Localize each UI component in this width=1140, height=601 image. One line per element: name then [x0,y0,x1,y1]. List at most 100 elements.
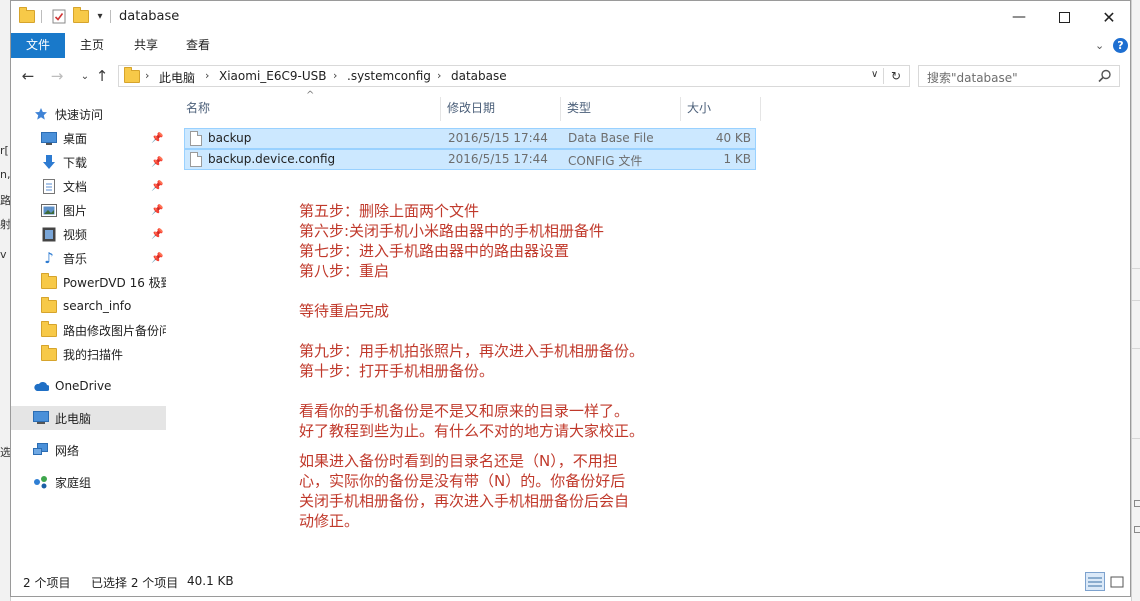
help-icon[interactable]: ? [1113,38,1128,53]
cloud-icon [33,378,49,394]
star-icon [33,106,49,122]
note-line: 动修正。 [299,512,360,530]
navigation-pane: 快速访问 桌面 📌 下载 📌 文档 📌 图片 📌 视频 📌 ♪ 音乐 📌 Pow… [11,94,166,566]
search-icon[interactable] [1097,68,1113,84]
address-dropdown-icon[interactable]: ∨ [871,69,878,80]
sidebar-item-powerdvd[interactable]: PowerDVD 16 极致 [11,270,166,294]
tab-file[interactable]: 文件 [11,33,65,58]
file-name[interactable]: backup.device.config [208,152,335,166]
pin-icon[interactable]: 📌 [151,253,163,264]
folder-icon [41,320,57,338]
column-header-name[interactable]: 名称 [186,94,210,122]
file-name[interactable]: backup [208,131,251,145]
sidebar-item-desktop[interactable]: 桌面 📌 [11,126,166,150]
note-line: 心，实际你的备份是没有带（N）的。你备份好后 [299,472,626,490]
navigation-bar: ← → ⌄ ↑ › 此电脑 › Xiaomi_E6C9-USB › .syste… [11,58,1130,94]
sidebar-network[interactable]: 网络 [11,438,166,462]
note-line [299,381,719,401]
sidebar-homegroup[interactable]: 家庭组 [11,470,166,494]
tab-share[interactable]: 共享 [123,33,169,58]
folder-icon [41,344,57,362]
expand-ribbon-icon[interactable]: ⌄ [1095,39,1104,52]
file-size: 40 KB [715,131,751,145]
properties-icon[interactable] [51,8,67,24]
pin-icon[interactable]: 📌 [151,229,163,240]
note-line: 第十步：打开手机相册备份。 [299,362,495,380]
breadcrumb-this-pc[interactable]: 此电脑 [159,69,195,86]
search-box[interactable]: 搜索"database" [918,65,1120,87]
window-title: database [119,9,180,24]
address-bar[interactable]: › 此电脑 › Xiaomi_E6C9-USB › .systemconfig … [118,65,910,87]
details-view-icon[interactable] [1085,572,1105,591]
sidebar-onedrive[interactable]: OneDrive [11,374,166,398]
breadcrumb-systemconfig[interactable]: .systemconfig [347,69,431,83]
instruction-notes: 第五步：删除上面两个文件 第六步:关闭手机小米路由器中的手机相册备件 第七步：进… [299,201,719,531]
sidebar-item-router-backup[interactable]: 路由修改图片备份问 [11,318,166,342]
background-window-right [1131,0,1140,601]
search-input[interactable]: 搜索"database" [927,69,1018,86]
videos-icon [41,226,57,242]
forward-button[interactable]: → [48,67,66,85]
recent-locations-icon[interactable]: ⌄ [76,67,94,85]
column-header-size[interactable]: 大小 [687,94,711,122]
network-icon [33,442,49,458]
music-icon: ♪ [44,249,54,267]
folder-icon [19,6,35,24]
sidebar-quick-access[interactable]: 快速访问 [11,102,166,126]
file-modified: 2016/5/15 17:44 [448,152,548,166]
sidebar-item-pictures[interactable]: 图片 📌 [11,198,166,222]
download-icon [41,154,57,170]
file-modified: 2016/5/15 17:44 [448,131,548,145]
selection-size: 40.1 KB [187,574,234,588]
tab-view[interactable]: 查看 [175,33,221,58]
sidebar-item-downloads[interactable]: 下载 📌 [11,150,166,174]
file-row-backup[interactable]: backup 2016/5/15 17:44 Data Base File 40… [184,128,756,149]
sidebar-item-search-info[interactable]: search_info [11,294,166,318]
column-header-type[interactable]: 类型 [567,94,591,122]
note-line [299,281,719,301]
new-folder-icon[interactable] [73,6,89,24]
homegroup-icon [33,474,49,490]
item-count: 2 个项目 [23,576,71,590]
column-header-modified[interactable]: 修改日期 [447,94,495,122]
document-icon [41,178,57,194]
file-size: 1 KB [723,152,751,166]
pin-icon[interactable]: 📌 [151,157,163,168]
folder-icon [41,296,57,314]
ribbon-tabs: 文件 主页 共享 查看 ⌄ ? [11,33,1130,59]
sidebar-this-pc[interactable]: 此电脑 [11,406,166,430]
note-line: 关闭手机相册备份，再次进入手机相册备份后会自 [299,492,630,510]
customize-toolbar-icon[interactable]: ▾ [92,8,108,24]
note-line: 第八步：重启 [299,262,390,280]
refresh-icon[interactable]: ↻ [891,69,901,83]
sidebar-item-videos[interactable]: 视频 📌 [11,222,166,246]
folder-icon [41,272,57,290]
large-icons-view-icon[interactable] [1107,572,1127,591]
note-line: 好了教程到些为止。有什么不对的地方请大家校正。 [299,422,645,440]
breadcrumb-drive[interactable]: Xiaomi_E6C9-USB [219,69,326,83]
back-button[interactable]: ← [19,67,37,85]
pin-icon[interactable]: 📌 [151,205,163,216]
file-type: Data Base File [568,131,654,145]
maximize-button[interactable] [1041,1,1087,33]
breadcrumb-database[interactable]: database [451,69,507,83]
pin-icon[interactable]: 📌 [151,181,163,192]
tab-home[interactable]: 主页 [69,33,115,58]
note-line [299,441,719,451]
sidebar-item-documents[interactable]: 文档 📌 [11,174,166,198]
note-line: 看看你的手机备份是不是又和原来的目录一样了。 [299,402,630,420]
sidebar-item-scans[interactable]: 我的扫描件 [11,342,166,366]
file-icon [190,152,202,167]
folder-icon [124,67,140,83]
file-type: CONFIG 文件 [568,154,643,168]
file-explorer-window: ▾ database — ✕ 文件 主页 共享 查看 ⌄ ? ← → ⌄ ↑ ›… [10,0,1131,597]
up-button[interactable]: ↑ [93,67,111,85]
minimize-button[interactable]: — [996,1,1042,33]
sidebar-item-music[interactable]: ♪ 音乐 📌 [11,246,166,270]
status-bar: 2 个项目 已选择 2 个项目 40.1 KB [11,569,1130,595]
file-row-backup-device-config[interactable]: backup.device.config 2016/5/15 17:44 CON… [184,149,756,170]
note-line: 第七步：进入手机路由器中的路由器设置 [299,242,570,260]
pin-icon[interactable]: 📌 [151,133,163,144]
close-button[interactable]: ✕ [1086,1,1130,33]
desktop-icon [41,130,57,146]
